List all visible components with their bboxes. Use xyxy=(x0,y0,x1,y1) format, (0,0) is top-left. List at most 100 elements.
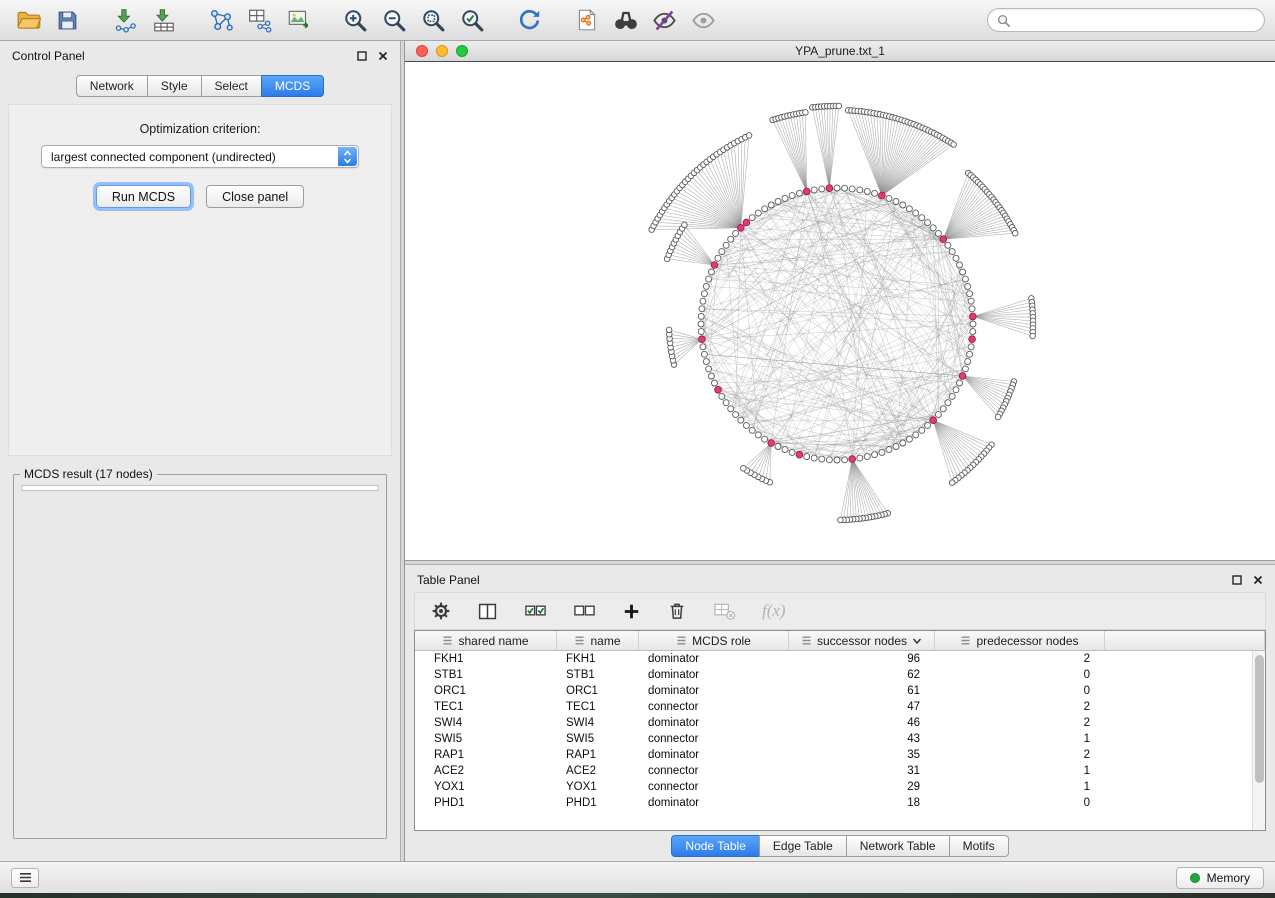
table-row[interactable]: PHD1PHD1dominator180 xyxy=(415,795,1265,811)
table-settings-button[interactable] xyxy=(431,601,451,621)
menu-button[interactable] xyxy=(11,868,39,888)
search-input[interactable] xyxy=(1015,13,1255,27)
zoom-out-button[interactable] xyxy=(376,4,413,36)
table-row[interactable]: ORC1ORC1dominator610 xyxy=(415,683,1265,699)
column-attribute-icon xyxy=(442,635,453,646)
cell-successors: 18 xyxy=(789,795,935,811)
control-panel: Control Panel Network Style Select MCDS … xyxy=(0,41,400,861)
tab-network-table[interactable]: Network Table xyxy=(846,835,950,857)
network-graph-svg xyxy=(405,62,1275,560)
cell-filler xyxy=(1105,763,1265,779)
close-window-icon[interactable] xyxy=(416,45,428,57)
zoom-selected-button[interactable] xyxy=(454,4,491,36)
tab-style[interactable]: Style xyxy=(147,75,202,97)
float-panel-icon[interactable] xyxy=(357,51,367,61)
delete-table-button[interactable] xyxy=(713,601,736,621)
minimize-window-icon[interactable] xyxy=(436,45,448,57)
node-table: shared name name MCDS role successo xyxy=(414,630,1266,831)
share-document-button[interactable] xyxy=(568,4,605,36)
cell-successors: 29 xyxy=(789,779,935,795)
col-header-predecessor-nodes[interactable]: predecessor nodes xyxy=(935,631,1105,651)
zoom-fit-button[interactable] xyxy=(415,4,452,36)
new-network-from-table-button[interactable] xyxy=(241,4,278,36)
table-row[interactable]: YOX1YOX1connector291 xyxy=(415,779,1265,795)
close-table-panel-icon[interactable] xyxy=(1253,575,1263,585)
import-table-button[interactable] xyxy=(145,4,182,36)
mcds-result-list[interactable]: PHD1CAR1STP4TID3YOX1SWI4SRD1PMA2FKH1ACE2… xyxy=(21,485,379,491)
zoom-in-button[interactable] xyxy=(337,4,374,36)
maximize-window-icon[interactable] xyxy=(456,45,468,57)
save-session-button[interactable] xyxy=(49,4,86,36)
mcds-result-title: MCDS result (17 nodes) xyxy=(20,467,157,481)
main-toolbar xyxy=(0,0,1275,41)
cell-name: YOX1 xyxy=(557,779,639,795)
select-all-rows-button[interactable] xyxy=(524,601,547,621)
show-column-button[interactable] xyxy=(477,601,498,622)
col-header-name[interactable]: name xyxy=(557,631,639,651)
cell-role: dominator xyxy=(639,715,789,731)
table-tabs: Node Table Edge Table Network Table Moti… xyxy=(405,831,1275,861)
node-table-header: shared name name MCDS role successo xyxy=(415,631,1265,651)
cell-predecessors: 0 xyxy=(935,667,1105,683)
toolbar-separator xyxy=(319,6,335,34)
col-header-shared-name[interactable]: shared name xyxy=(415,631,557,651)
table-row[interactable]: TEC1TEC1connector472 xyxy=(415,699,1265,715)
cell-filler xyxy=(1105,747,1265,763)
tab-mcds[interactable]: MCDS xyxy=(261,75,324,97)
criterion-selected-value: largest connected component (undirected) xyxy=(51,150,276,164)
network-table-icon xyxy=(247,7,273,33)
status-bar: Memory xyxy=(0,861,1275,893)
run-mcds-button[interactable]: Run MCDS xyxy=(96,185,191,208)
cell-shared-name: PHD1 xyxy=(415,795,557,811)
import-table-icon xyxy=(151,7,177,33)
binoculars-icon xyxy=(612,6,640,34)
delete-table-icon xyxy=(713,601,736,621)
col-header-successor-nodes[interactable]: successor nodes xyxy=(789,631,935,651)
table-row[interactable]: SWI4SWI4dominator462 xyxy=(415,715,1265,731)
table-row[interactable]: ACE2ACE2connector311 xyxy=(415,763,1265,779)
table-row[interactable]: STB1STB1dominator620 xyxy=(415,667,1265,683)
tab-select[interactable]: Select xyxy=(201,75,262,97)
table-scrollbar-thumb[interactable] xyxy=(1255,655,1264,783)
col-header-mcds-role[interactable]: MCDS role xyxy=(639,631,789,651)
zoom-fit-icon xyxy=(420,7,447,34)
show-graphics-button[interactable] xyxy=(685,4,722,36)
application-window: Control Panel Network Style Select MCDS … xyxy=(0,0,1275,893)
tab-edge-table[interactable]: Edge Table xyxy=(759,835,847,857)
tab-motifs[interactable]: Motifs xyxy=(949,835,1009,857)
new-network-button[interactable] xyxy=(202,4,239,36)
mcds-result-box: MCDS result (17 nodes) PHD1CAR1STP4TID3Y… xyxy=(13,467,387,839)
delete-column-button[interactable] xyxy=(667,601,687,621)
tab-node-table[interactable]: Node Table xyxy=(671,835,760,857)
add-column-button[interactable] xyxy=(622,602,641,621)
hide-graphics-button[interactable] xyxy=(646,4,683,36)
import-network-button[interactable] xyxy=(106,4,143,36)
gear-icon xyxy=(431,601,451,621)
network-canvas[interactable] xyxy=(405,62,1275,560)
table-row[interactable]: FKH1FKH1dominator962 xyxy=(415,651,1265,667)
cell-role: dominator xyxy=(639,667,789,683)
close-panel-button[interactable]: Close panel xyxy=(206,185,304,208)
table-row[interactable]: SWI5SWI5connector431 xyxy=(415,731,1265,747)
deselect-all-rows-button[interactable] xyxy=(573,601,596,621)
cell-role: connector xyxy=(639,731,789,747)
export-image-button[interactable] xyxy=(280,4,317,36)
column-attribute-icon xyxy=(801,635,812,646)
mcds-result-item[interactable]: PHD1 xyxy=(29,490,378,491)
cell-filler xyxy=(1105,795,1265,811)
function-builder-button[interactable]: f(x) xyxy=(762,601,786,621)
refresh-view-button[interactable] xyxy=(511,4,548,36)
table-row[interactable]: RAP1RAP1dominator352 xyxy=(415,747,1265,763)
cell-predecessors: 0 xyxy=(935,795,1105,811)
memory-button[interactable]: Memory xyxy=(1176,867,1264,889)
fx-icon: f(x) xyxy=(762,601,786,621)
float-table-panel-icon[interactable] xyxy=(1232,575,1242,585)
column-attribute-icon xyxy=(960,635,971,646)
close-panel-icon[interactable] xyxy=(378,51,388,61)
tab-network[interactable]: Network xyxy=(76,75,148,97)
table-scrollbar[interactable] xyxy=(1252,651,1265,830)
open-session-button[interactable] xyxy=(10,4,47,36)
zoom-out-icon xyxy=(381,7,408,34)
search-network-button[interactable] xyxy=(607,4,644,36)
criterion-select[interactable]: largest connected component (undirected) xyxy=(41,145,359,168)
